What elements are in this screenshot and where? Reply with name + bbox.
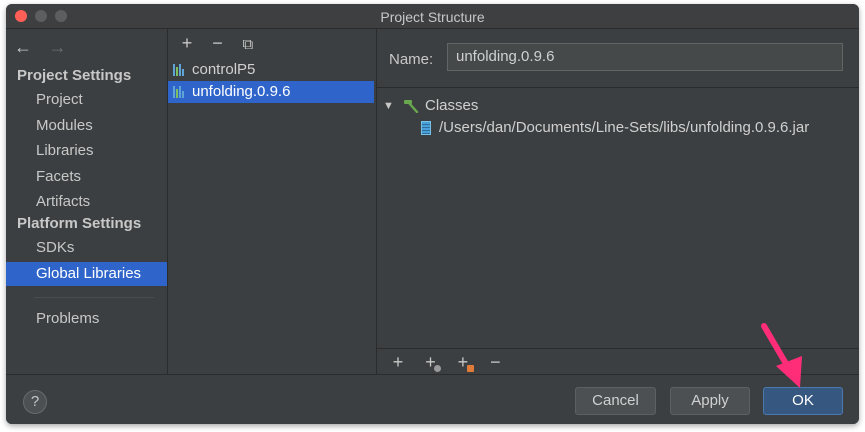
nav-item-modules[interactable]: Modules <box>6 114 167 138</box>
settings-nav: ← → Project Settings Project Modules Lib… <box>6 29 168 374</box>
attach-badge-icon <box>434 365 442 372</box>
apply-button[interactable]: Apply <box>670 387 750 415</box>
add-root-button[interactable]: + <box>387 352 409 373</box>
library-item-unfolding[interactable]: unfolding.0.9.6 <box>168 81 374 103</box>
library-item-label: unfolding.0.9.6 <box>192 83 291 100</box>
jar-file-icon <box>421 121 431 135</box>
nav-item-project[interactable]: Project <box>6 88 167 112</box>
add-other-root-button[interactable]: + <box>452 352 474 373</box>
classes-label: Classes <box>425 97 479 114</box>
library-icon <box>173 64 187 76</box>
platform-settings-header: Platform Settings <box>17 215 142 232</box>
archive-badge-icon <box>466 365 474 372</box>
library-list-panel: + − ⧉ controlP5 unfolding.0.9.6 <box>168 29 377 374</box>
nav-item-sdks[interactable]: SDKs <box>6 236 167 260</box>
nav-item-facets[interactable]: Facets <box>6 165 167 189</box>
library-roots-tree: ▼ Classes /Users/dan/Documents/Line-Sets… <box>377 87 859 349</box>
classes-node[interactable]: ▼ Classes <box>383 96 683 116</box>
expand-triangle-icon[interactable]: ▼ <box>383 96 394 116</box>
library-item-controlp5[interactable]: controlP5 <box>168 59 374 81</box>
nav-item-global-libraries[interactable]: Global Libraries <box>6 262 167 286</box>
library-toolbar: + − ⧉ <box>176 33 263 55</box>
nav-item-libraries[interactable]: Libraries <box>6 139 167 163</box>
help-button[interactable]: ? <box>23 390 47 414</box>
library-name-input[interactable]: unfolding.0.9.6 <box>447 43 843 71</box>
nav-divider <box>34 297 154 298</box>
remove-root-button[interactable]: − <box>484 352 506 373</box>
add-library-button[interactable]: + <box>176 33 198 54</box>
nav-item-problems[interactable]: Problems <box>6 307 167 331</box>
jar-path: /Users/dan/Documents/Line-Sets/libs/unfo… <box>439 119 810 136</box>
project-settings-header: Project Settings <box>17 67 132 84</box>
dialog-footer: ? Cancel Apply OK <box>6 374 859 424</box>
copy-library-button[interactable]: ⧉ <box>237 36 259 53</box>
name-label: Name: <box>389 51 434 68</box>
add-attached-root-button[interactable]: + <box>419 352 442 373</box>
library-icon <box>173 86 187 98</box>
roots-toolbar: + + + − <box>387 352 512 374</box>
window-title: Project Structure <box>380 9 485 25</box>
cancel-button[interactable]: Cancel <box>575 387 656 415</box>
nav-item-artifacts[interactable]: Artifacts <box>6 190 167 214</box>
nav-history: ← → <box>14 37 78 57</box>
annotation-arrow-icon <box>761 323 802 388</box>
project-structure-dialog: Project Structure ← → Project Settings P… <box>6 4 859 424</box>
title-bar: Project Structure <box>6 4 859 29</box>
forward-arrow-icon[interactable]: → <box>48 37 66 58</box>
jar-entry[interactable]: /Users/dan/Documents/Line-Sets/libs/unfo… <box>421 118 855 138</box>
hammer-icon <box>404 100 419 113</box>
library-item-label: controlP5 <box>192 61 256 78</box>
back-arrow-icon[interactable]: ← <box>14 37 32 58</box>
remove-library-button[interactable]: − <box>206 33 228 54</box>
